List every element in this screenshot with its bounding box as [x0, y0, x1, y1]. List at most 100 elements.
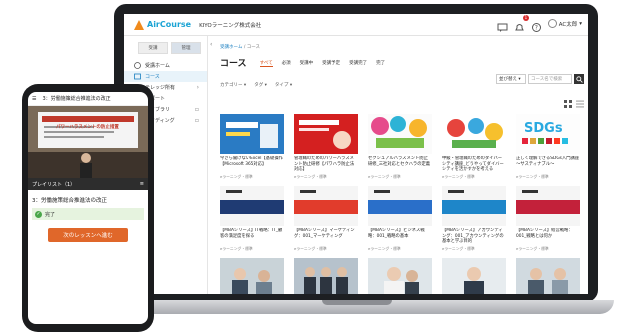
course-title[interactable]: 【MBAシリーズ】ビジネス戦略：001_戦略の基本: [368, 228, 432, 245]
filter-type[interactable]: タイプ ▾: [275, 82, 292, 88]
course-meta: eラーニング・標準: [516, 174, 549, 179]
course-thumbnail[interactable]: SDGs: [516, 114, 580, 154]
laptop-lid: AirCourse KIYOラーニング株式会社 1 ? AC太郎 ▾ 受講 管理…: [114, 4, 598, 302]
phone-header: ☰ 3：労働施策総合推進法の改正: [28, 92, 148, 106]
course-meta: eラーニング・標準: [220, 174, 253, 179]
course-thumbnail[interactable]: [294, 258, 358, 294]
course-thumbnail[interactable]: [220, 258, 284, 294]
tab-finished[interactable]: 受講完了: [349, 60, 367, 67]
hamburger-icon[interactable]: ☰: [32, 96, 36, 102]
filter-tag[interactable]: タグ ▾: [254, 82, 267, 88]
course-thumbnail[interactable]: [294, 114, 358, 154]
list-view-icon[interactable]: [576, 100, 584, 108]
bell-icon[interactable]: 1: [514, 15, 529, 31]
user-name: AC太郎: [558, 21, 578, 28]
phone-lesson-header: 3：労働施策総合推進法の改正: [42, 96, 111, 102]
course-card[interactable]: [220, 258, 284, 294]
avatar: [547, 19, 557, 28]
user-menu[interactable]: AC太郎 ▾: [547, 19, 582, 28]
chevron-down-icon[interactable]: ›: [197, 84, 199, 91]
help-icon[interactable]: ?: [531, 18, 542, 32]
course-title[interactable]: 正しく理解できるSDGs入門講座 〜サスティナブル〜: [516, 156, 580, 173]
search-input[interactable]: コース名で検索: [528, 74, 572, 84]
course-title[interactable]: 【MBAシリーズ】IT戦略：IT_顧客の満足度を探る: [220, 228, 284, 245]
sort-select-value: 並び替え: [499, 77, 517, 82]
course-title[interactable]: 管理職のためのパワーハラスメント防止研修【パワハラ防止法対応】: [294, 156, 358, 173]
grid-view-icon[interactable]: [564, 100, 572, 108]
course-card[interactable]: 【MBAシリーズ】マーケティング：001_マーケティング eラーニング・標準: [294, 186, 358, 252]
course-icon: [134, 73, 141, 80]
laptop-notch: [322, 300, 392, 305]
course-thumbnail[interactable]: [220, 186, 284, 226]
playlist-bar[interactable]: プレイリスト（1） ≡: [28, 178, 148, 190]
course-title[interactable]: 中級・管理職のためのダイバーシティ講座_どうやってダイバーシティを活かすかを考え…: [442, 156, 506, 173]
course-card[interactable]: 【MBAシリーズ】経営戦略：001_戦略とは何か eラーニング・標準: [516, 186, 580, 252]
sidebar-item-home[interactable]: 受講ホーム: [124, 60, 207, 71]
search-button[interactable]: [574, 74, 584, 84]
sidebar-tab-learn[interactable]: 受講: [138, 42, 168, 54]
course-card[interactable]: 【MBAシリーズ】ビジネス戦略：001_戦略の基本 eラーニング・標準: [368, 186, 432, 252]
lesson-video[interactable]: パワーハラスメントの防止措置: [28, 106, 148, 178]
course-title[interactable]: 【MBAシリーズ】マーケティング：001_マーケティング: [294, 228, 358, 245]
course-title[interactable]: 今さら聞けないExcel【基礎操作【Microsoft 365対応】: [220, 156, 284, 173]
phone-frame: ☰ 3：労働施策総合推進法の改正 パワーハラスメントの防止措置 プレイリスト（1…: [22, 84, 154, 332]
tab-completed[interactable]: 完了: [376, 60, 385, 67]
course-title[interactable]: 【MBAシリーズ】経営戦略：001_戦略とは何か: [516, 228, 580, 245]
external-link-icon[interactable]: ▫: [195, 117, 199, 124]
status-label: 完了: [45, 211, 56, 218]
course-title[interactable]: セクシュアルハラスメント防止研修_三社対応とセクハラの定義: [368, 156, 432, 173]
course-meta: eラーニング・標準: [294, 174, 327, 179]
course-meta: eラーニング・標準: [442, 246, 475, 251]
course-card[interactable]: [294, 258, 358, 294]
course-card[interactable]: 【MBAシリーズ】アカウンティング：001_アカウンティングの基本と学ぶ目的 eラ…: [442, 186, 506, 252]
external-link-icon[interactable]: ▫: [195, 106, 199, 113]
phone-screen: ☰ 3：労働施策総合推進法の改正 パワーハラスメントの防止措置 プレイリスト（1…: [28, 92, 148, 324]
search-row: 並び替え ▾ コース名で検索: [496, 74, 584, 84]
sidebar-item-label: 受講ホーム: [145, 63, 170, 69]
playlist-label: プレイリスト（1）: [32, 181, 76, 188]
course-card[interactable]: SDGs 正しく理解できるSDGs入門講座 〜サスティナブル〜 eラーニング・標準: [516, 114, 580, 180]
tab-all[interactable]: すべて: [259, 60, 273, 67]
course-card[interactable]: [516, 258, 580, 294]
sidebar-item-course[interactable]: コース: [124, 71, 207, 82]
next-lesson-button[interactable]: 次のレッスンへ進む: [48, 228, 128, 242]
course-thumbnail[interactable]: [294, 186, 358, 226]
video-frame-image: [28, 106, 148, 178]
course-card[interactable]: 【MBAシリーズ】IT戦略：IT_顧客の満足度を探る eラーニング・標準: [220, 186, 284, 252]
main-content: 受講ホーム / コース コース すべて 必須 受講中 受講予定 受講完了 完了: [220, 36, 584, 294]
course-card[interactable]: セクシュアルハラスメント防止研修_三社対応とセクハラの定義 eラーニング・標準: [368, 114, 432, 180]
search-icon: [575, 75, 583, 83]
sort-select[interactable]: 並び替え ▾: [496, 74, 526, 84]
tab-in-progress[interactable]: 受講中: [300, 60, 314, 67]
course-thumbnail[interactable]: [442, 186, 506, 226]
collapse-sidebar-icon[interactable]: ‹: [210, 41, 212, 48]
tab-scheduled[interactable]: 受講予定: [322, 60, 340, 67]
course-thumbnail[interactable]: [516, 186, 580, 226]
tab-required[interactable]: 必須: [282, 60, 291, 67]
filter-category[interactable]: カテゴリー ▾: [220, 82, 246, 88]
course-meta: eラーニング・標準: [294, 246, 327, 251]
home-icon: [134, 62, 141, 69]
video-caption: パワーハラスメントの防止措置: [56, 125, 119, 130]
course-thumbnail[interactable]: [516, 258, 580, 294]
course-card[interactable]: 管理職のためのパワーハラスメント防止研修【パワハラ防止法対応】 eラーニング・標準: [294, 114, 358, 180]
course-card[interactable]: 中級・管理職のためのダイバーシティ講座_どうやってダイバーシティを活かすかを考え…: [442, 114, 506, 180]
svg-text:SDGs: SDGs: [524, 121, 563, 136]
course-thumbnail[interactable]: [442, 114, 506, 154]
filter-label: タイプ: [274, 83, 289, 88]
sidebar-tab-admin[interactable]: 管理: [171, 42, 201, 54]
sidebar-item-label: コース: [145, 74, 160, 80]
message-icon[interactable]: [497, 18, 508, 32]
course-thumbnail[interactable]: [442, 258, 506, 294]
course-thumbnail[interactable]: [368, 186, 432, 226]
course-thumbnail[interactable]: [368, 258, 432, 294]
course-meta: eラーニング・標準: [368, 246, 401, 251]
course-title[interactable]: 【MBAシリーズ】アカウンティング：001_アカウンティングの基本と学ぶ目的: [442, 228, 506, 245]
course-thumbnail[interactable]: [368, 114, 432, 154]
course-card[interactable]: [368, 258, 432, 294]
list-icon[interactable]: ≡: [140, 181, 144, 187]
course-card[interactable]: [442, 258, 506, 294]
course-card[interactable]: 今さら聞けないExcel【基礎操作【Microsoft 365対応】 eラーニング…: [220, 114, 284, 180]
course-meta: eラーニング・標準: [442, 174, 475, 179]
course-thumbnail[interactable]: [220, 114, 284, 154]
